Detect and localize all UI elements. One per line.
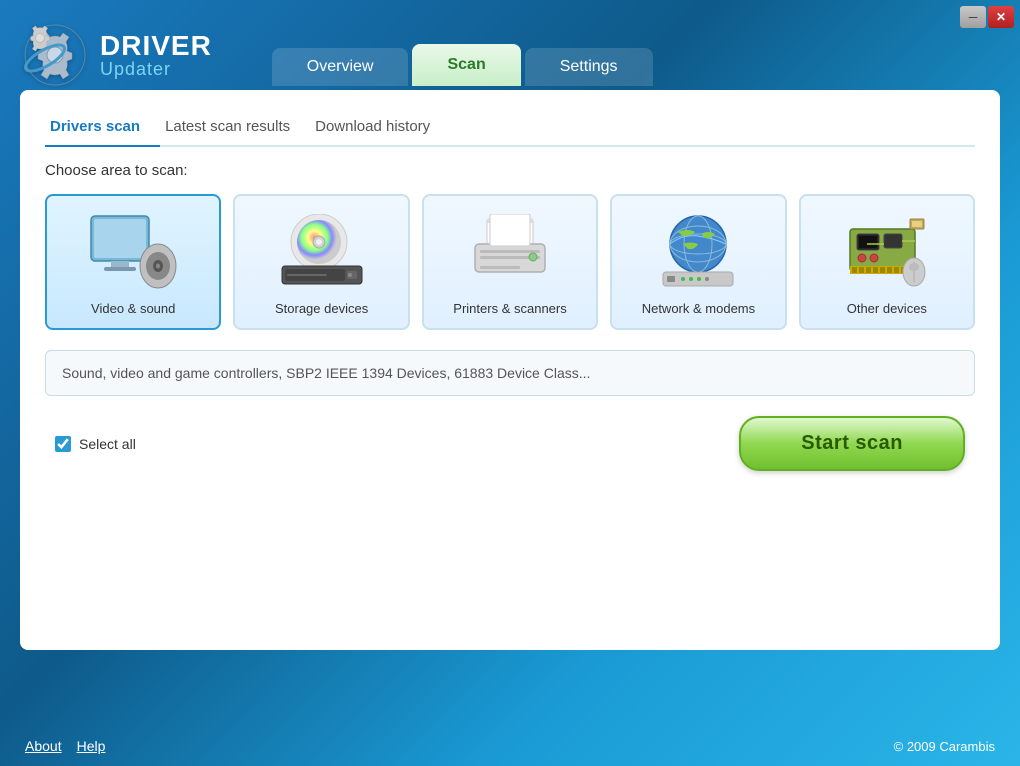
choose-area-label: Choose area to scan: bbox=[45, 162, 975, 179]
main-content: Drivers scan Latest scan results Downloa… bbox=[20, 90, 1000, 650]
footer: About Help © 2009 Carambis bbox=[0, 726, 1020, 766]
tab-overview[interactable]: Overview bbox=[272, 48, 409, 86]
bottom-row: Select all Start scan bbox=[45, 416, 975, 471]
device-card-storage[interactable]: Storage devices bbox=[233, 194, 409, 330]
subtab-download-history[interactable]: Download history bbox=[310, 110, 450, 145]
close-button[interactable]: ✕ bbox=[988, 6, 1014, 28]
footer-copyright: © 2009 Carambis bbox=[894, 739, 995, 754]
subtab-drivers-scan[interactable]: Drivers scan bbox=[45, 110, 160, 147]
device-card-other[interactable]: Other devices bbox=[799, 194, 975, 330]
other-devices-label: Other devices bbox=[847, 301, 927, 316]
logo-updater-text: Updater bbox=[100, 60, 212, 78]
logo-area: DRIVER Updater bbox=[20, 20, 212, 90]
device-card-video-sound[interactable]: Video & sound bbox=[45, 194, 221, 330]
subtab-latest-scan-results[interactable]: Latest scan results bbox=[160, 110, 310, 145]
select-all-area: Select all bbox=[55, 436, 136, 452]
start-scan-button[interactable]: Start scan bbox=[739, 416, 965, 471]
storage-icon bbox=[272, 211, 372, 291]
storage-label: Storage devices bbox=[275, 301, 368, 316]
network-label: Network & modems bbox=[642, 301, 755, 316]
description-text: Sound, video and game controllers, SBP2 … bbox=[62, 365, 590, 381]
titlebar: ─ ✕ bbox=[960, 0, 1020, 28]
other-devices-icon bbox=[837, 211, 937, 291]
logo-driver-text: DRIVER bbox=[100, 32, 212, 60]
device-card-network[interactable]: Network & modems bbox=[610, 194, 786, 330]
nav-tabs: Overview Scan Settings bbox=[272, 24, 653, 86]
printers-icon bbox=[460, 211, 560, 291]
minimize-button[interactable]: ─ bbox=[960, 6, 986, 28]
footer-links: About Help bbox=[25, 738, 105, 754]
tab-scan[interactable]: Scan bbox=[412, 44, 520, 86]
tab-settings[interactable]: Settings bbox=[525, 48, 653, 86]
help-link[interactable]: Help bbox=[77, 738, 106, 754]
select-all-label: Select all bbox=[79, 436, 136, 452]
description-box: Sound, video and game controllers, SBP2 … bbox=[45, 350, 975, 396]
sub-tabs: Drivers scan Latest scan results Downloa… bbox=[45, 110, 975, 147]
logo-text: DRIVER Updater bbox=[100, 32, 212, 78]
device-card-printers[interactable]: Printers & scanners bbox=[422, 194, 598, 330]
logo-icon bbox=[20, 20, 90, 90]
video-sound-icon bbox=[83, 211, 183, 291]
device-cards: Video & sound bbox=[45, 194, 975, 330]
header: DRIVER Updater Overview Scan Settings bbox=[0, 0, 1020, 90]
about-link[interactable]: About bbox=[25, 738, 62, 754]
video-sound-label: Video & sound bbox=[91, 301, 175, 316]
network-icon bbox=[648, 211, 748, 291]
printers-label: Printers & scanners bbox=[453, 301, 566, 316]
select-all-checkbox[interactable] bbox=[55, 436, 71, 452]
